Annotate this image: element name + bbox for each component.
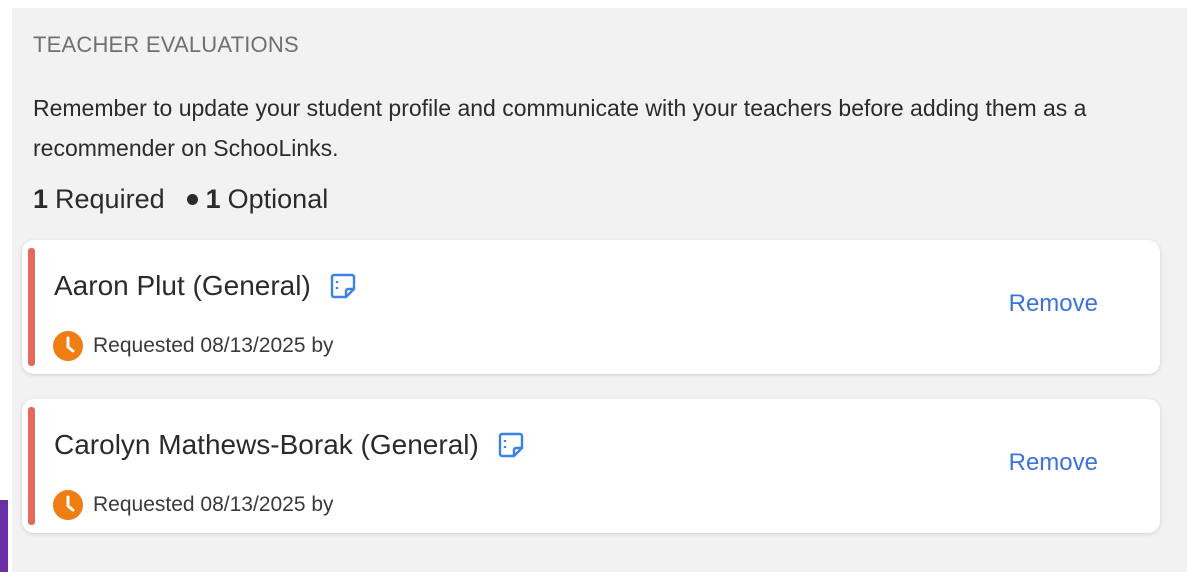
- recommender-name: Carolyn Mathews-Borak (General): [54, 429, 479, 460]
- request-status-row: Requested 08/13/2025 by: [52, 489, 334, 521]
- section-description: Remember to update your student profile …: [33, 95, 1087, 161]
- section-title: TEACHER EVALUATIONS: [33, 32, 299, 57]
- recommender-card: Carolyn Mathews-Borak (General) Requeste…: [22, 399, 1160, 533]
- card-accent-bar: [28, 407, 35, 525]
- clock-icon: [52, 489, 84, 521]
- remove-button[interactable]: Remove: [1009, 290, 1098, 318]
- requirements-summary: 1 Required 1 Optional: [33, 184, 328, 215]
- optional-count: 1: [205, 184, 221, 214]
- request-status-row: Requested 08/13/2025 by: [52, 330, 334, 362]
- note-icon[interactable]: [497, 431, 525, 459]
- card-accent-bar: [28, 248, 35, 366]
- recommender-name: Aaron Plut (General): [54, 270, 311, 301]
- bullet-separator: [186, 194, 198, 205]
- clock-icon: [52, 330, 84, 362]
- optional-label: Optional: [227, 184, 329, 214]
- required-count: 1: [33, 184, 49, 214]
- note-icon[interactable]: [329, 272, 357, 300]
- recommender-name-row: Aaron Plut (General): [54, 270, 357, 302]
- recommender-card: Aaron Plut (General) Requested 08/13/202…: [22, 240, 1160, 374]
- remove-button[interactable]: Remove: [1009, 449, 1098, 477]
- recommender-name-row: Carolyn Mathews-Borak (General): [54, 429, 525, 461]
- purple-edge-decoration: [0, 500, 8, 572]
- request-status-text: Requested 08/13/2025 by: [93, 334, 334, 357]
- required-label: Required: [55, 184, 165, 214]
- request-status-text: Requested 08/13/2025 by: [93, 493, 334, 516]
